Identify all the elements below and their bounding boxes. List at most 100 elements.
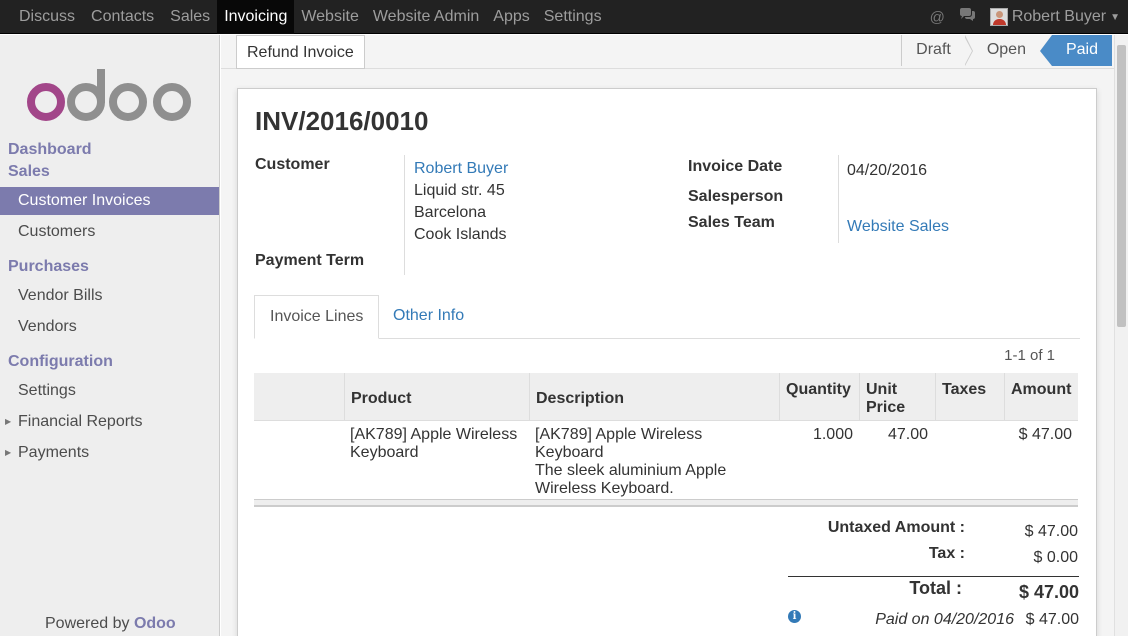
untaxed-amount-value: $ 47.00	[1024, 523, 1078, 540]
sidebar-heading-purchases[interactable]: Purchases	[8, 258, 89, 276]
menu-sales[interactable]: Sales	[165, 0, 215, 34]
divider	[404, 155, 405, 275]
cell-line: Keyboard	[350, 444, 419, 461]
sidebar-item-label: Payments	[18, 444, 90, 461]
menu-website[interactable]: Website	[296, 0, 364, 34]
salesperson-label: Salesperson	[688, 188, 784, 205]
cell-line: Wireless Keyboard.	[535, 480, 674, 497]
sidebar-item-customer-invoices[interactable]: Customer Invoices	[0, 187, 219, 215]
status-step-label: Paid	[1065, 41, 1098, 58]
table-footer	[254, 499, 1078, 507]
header-line: Price	[866, 399, 906, 416]
status-step-draft[interactable]: Draft	[901, 35, 973, 66]
cell-line: The sleek aluminium Apple	[535, 462, 727, 479]
sidebar-item-customers[interactable]: Customers	[0, 218, 219, 246]
top-menu: Discuss Contacts Sales Invoicing Website…	[14, 0, 607, 34]
sidebar-heading-dashboard[interactable]: Dashboard	[8, 141, 92, 159]
caret-right-icon: ▶	[5, 448, 12, 457]
payment-term-label: Payment Term	[255, 252, 365, 269]
menu-contacts[interactable]: Contacts	[86, 0, 159, 34]
chevron-down-icon[interactable]: ▼	[1110, 12, 1120, 23]
tab-invoice-lines[interactable]: Invoice Lines	[254, 295, 380, 339]
paid-amount: $ 47.00	[1025, 611, 1079, 628]
tax-value: $ 0.00	[1033, 549, 1078, 566]
total-value: $ 47.00	[1018, 582, 1079, 602]
totals-divider	[788, 576, 1079, 577]
cell-quantity: 1.000	[812, 426, 853, 443]
sales-team-link[interactable]: Website Sales	[847, 218, 949, 236]
status-step-label: Draft	[916, 41, 951, 58]
main-content: Refund Invoice Draft Open Paid INV/2016/…	[221, 35, 1128, 636]
cell-line: [AK789] Apple Wireless	[350, 426, 518, 443]
invoice-number: INV/2016/0010	[255, 106, 429, 136]
cell-line: [AK789] Apple Wireless	[535, 426, 703, 443]
scrollbar[interactable]	[1114, 35, 1128, 636]
column-header-product[interactable]: Product	[344, 373, 529, 421]
status-step-open[interactable]: Open	[964, 35, 1040, 66]
user-name[interactable]: Robert Buyer	[1012, 8, 1106, 26]
column-header-description[interactable]: Description	[529, 373, 779, 421]
tax-label: Tax :	[928, 545, 965, 562]
sidebar-item-vendor-bills[interactable]: Vendor Bills	[0, 282, 219, 310]
sidebar: Dashboard Sales Customer Invoices Custom…	[0, 35, 220, 636]
powered-by-text: Powered by	[45, 615, 134, 632]
status-step-paid[interactable]: Paid	[1039, 35, 1112, 66]
chat-icon[interactable]	[959, 8, 976, 26]
cell-line: Keyboard	[535, 444, 604, 461]
untaxed-amount-label: Untaxed Amount :	[827, 519, 965, 536]
column-header-amount[interactable]: Amount	[1004, 373, 1078, 421]
sidebar-item-financial-reports[interactable]: ▶ Financial Reports	[0, 408, 219, 436]
tab-bar: Invoice Lines Other Info	[254, 295, 1080, 339]
cell-description: [AK789] Apple Wireless Keyboard The slee…	[535, 426, 775, 498]
pager[interactable]: 1-1 of 1	[1004, 347, 1055, 364]
avatar[interactable]	[989, 8, 1008, 26]
control-bar: Refund Invoice Draft Open Paid	[221, 35, 1114, 69]
sidebar-heading-configuration[interactable]: Configuration	[8, 353, 113, 371]
top-navbar: Discuss Contacts Sales Invoicing Website…	[0, 0, 1128, 34]
menu-website-admin[interactable]: Website Admin	[368, 0, 484, 34]
powered-by: Powered by Odoo	[45, 615, 176, 633]
customer-label: Customer	[255, 156, 330, 173]
customer-link[interactable]: Robert Buyer	[414, 160, 508, 178]
sidebar-item-vendors[interactable]: Vendors	[0, 313, 219, 341]
status-step-label: Open	[986, 41, 1026, 58]
table-header: Product Description Quantity Unit Price T…	[254, 373, 1078, 421]
invoice-sheet: INV/2016/0010 Customer Robert Buyer Liqu…	[237, 88, 1097, 636]
total-label: Total :	[909, 578, 962, 598]
menu-invoicing[interactable]: Invoicing	[217, 0, 295, 34]
sidebar-item-settings[interactable]: Settings	[0, 377, 219, 405]
sales-team-label: Sales Team	[688, 214, 775, 231]
caret-right-icon: ▶	[5, 417, 12, 426]
status-steps: Draft Open Paid	[901, 35, 1112, 66]
step-separator	[963, 35, 973, 66]
cell-unit-price: 47.00	[887, 426, 928, 443]
paid-on-text: Paid on 04/20/2016	[875, 611, 1014, 628]
cell-product: [AK789] Apple Wireless Keyboard	[350, 426, 530, 462]
address-line: Barcelona	[414, 204, 487, 221]
odoo-logo[interactable]	[26, 69, 196, 125]
tab-other-info[interactable]: Other Info	[378, 295, 479, 339]
menu-settings[interactable]: Settings	[539, 0, 607, 34]
powered-by-link[interactable]: Odoo	[134, 615, 176, 632]
refund-invoice-button[interactable]: Refund Invoice	[236, 35, 365, 69]
at-icon[interactable]: @	[930, 9, 945, 26]
menu-discuss[interactable]: Discuss	[14, 0, 80, 34]
sidebar-item-payments[interactable]: ▶ Payments	[0, 439, 219, 467]
table-row[interactable]: [AK789] Apple Wireless Keyboard [AK789] …	[254, 421, 1078, 501]
address-line: Liquid str. 45	[414, 182, 505, 199]
menu-apps[interactable]: Apps	[488, 0, 534, 34]
divider	[838, 155, 839, 243]
sidebar-item-label: Financial Reports	[18, 413, 143, 430]
info-icon[interactable]: i	[788, 610, 801, 623]
sidebar-heading-sales[interactable]: Sales	[8, 163, 50, 181]
header-line: Unit	[866, 381, 898, 398]
invoice-date-label: Invoice Date	[688, 158, 783, 175]
address-line: Cook Islands	[414, 226, 507, 243]
column-header-unit-price[interactable]: Unit Price	[859, 373, 935, 421]
column-header-quantity[interactable]: Quantity	[779, 373, 859, 421]
invoice-date-value: 04/20/2016	[847, 162, 928, 179]
user-area: @ Robert Buyer ▼	[930, 0, 1120, 34]
cell-amount: $ 47.00	[1018, 426, 1072, 443]
column-header-taxes[interactable]: Taxes	[935, 373, 1004, 421]
scrollbar-thumb[interactable]	[1117, 45, 1126, 327]
